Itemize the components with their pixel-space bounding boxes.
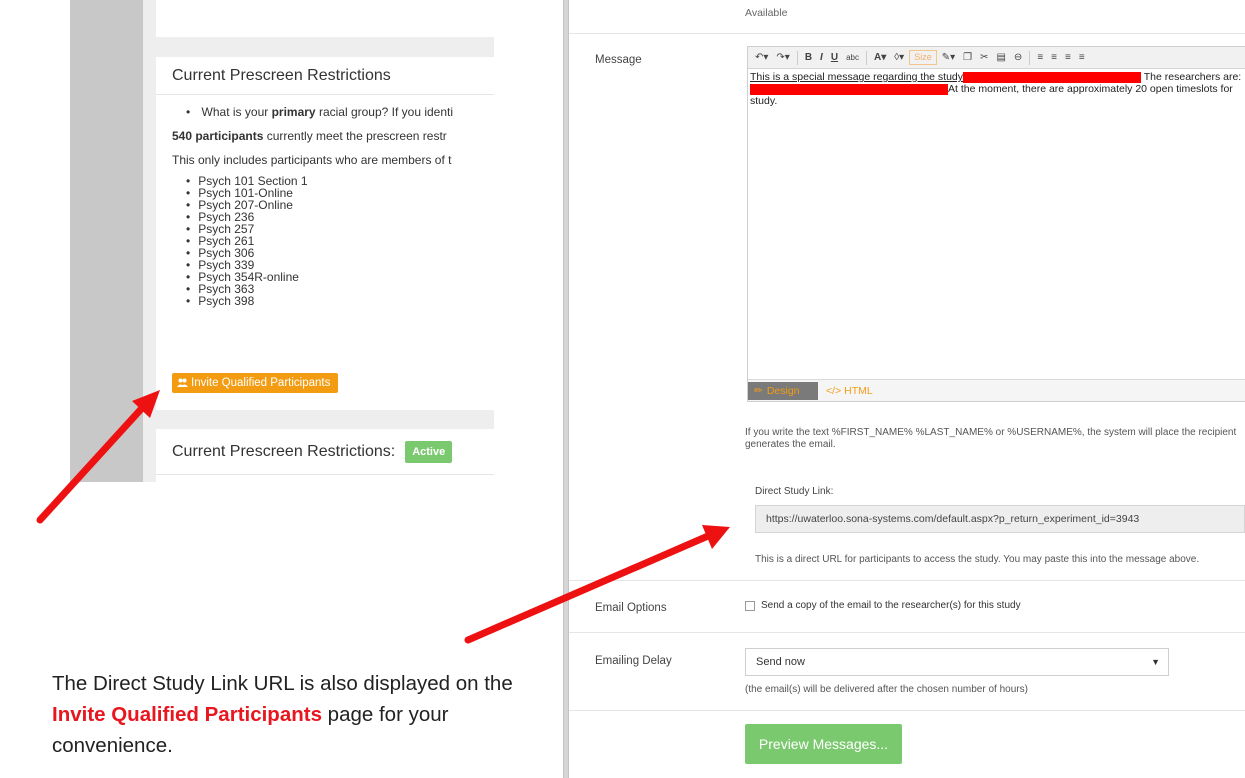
direct-study-link-help: This is a direct URL for participants to… — [755, 554, 1200, 565]
list-item: Psych 398 — [186, 295, 480, 307]
brush-icon[interactable]: ✎▾ — [939, 52, 958, 63]
row-divider — [569, 33, 1245, 34]
cut-icon[interactable]: ✂ — [977, 52, 991, 63]
code-icon: </> — [826, 385, 842, 397]
bold-icon[interactable]: B — [802, 52, 815, 63]
prescreen-question: What is your primary racial group? If yo… — [186, 105, 480, 119]
caption-text: The Direct Study Link URL is also displa… — [52, 672, 513, 757]
underline-icon[interactable]: U — [828, 52, 841, 63]
email-options-label: Email Options — [595, 602, 667, 614]
left-gray-sidebar — [70, 0, 143, 482]
link-icon[interactable]: ⊖ — [1011, 52, 1025, 63]
row-divider — [569, 580, 1245, 581]
top-card — [156, 0, 494, 37]
pencil-icon: ✏ — [754, 385, 763, 397]
emailing-delay-help: (the email(s) will be delivered after th… — [745, 684, 1028, 695]
email-form-panel: Available Message ↶▾ ↷▾ B I U abc A▾ ◊▾ … — [569, 0, 1245, 778]
highlight-icon[interactable]: ◊▾ — [891, 52, 907, 63]
available-text: Available — [745, 7, 788, 19]
prescreen-panel: Current Prescreen Restrictions What is y… — [143, 0, 494, 482]
status-badge: Active — [405, 440, 453, 463]
message-label: Message — [595, 54, 642, 66]
emailing-delay-select[interactable]: Send now ▼ — [745, 648, 1169, 676]
design-tab[interactable]: ✏ Design — [748, 382, 818, 400]
align-left-icon[interactable]: ≡ — [1034, 52, 1046, 63]
personalization-note: If you write the text %FIRST_NAME% %LAST… — [745, 427, 1237, 450]
undo-icon[interactable]: ↶▾ — [752, 52, 771, 63]
align-center-icon[interactable]: ≡ — [1048, 52, 1060, 63]
members-note: This only includes participants who are … — [172, 153, 452, 167]
font-color-icon[interactable]: A▾ — [871, 52, 889, 63]
participant-count: 540 participants currently meet the pres… — [172, 129, 447, 143]
prescreen-status-card: Current Prescreen Restrictions: Active — [156, 429, 494, 482]
direct-study-link-field[interactable]: https://uwaterloo.sona-systems.com/defau… — [755, 505, 1245, 533]
html-tab[interactable]: </> HTML — [826, 382, 873, 400]
chevron-down-icon: ▼ — [1151, 657, 1160, 667]
prescreen-restrictions-card: Current Prescreen Restrictions What is y… — [156, 57, 494, 410]
message-editor: ↶▾ ↷▾ B I U abc A▾ ◊▾ Size ✎▾ ❐ ✂ ▤ ⊖ ≡ … — [747, 46, 1245, 402]
strikethrough-icon[interactable]: abc — [843, 53, 862, 62]
card-title: Current Prescreen Restrictions — [156, 57, 494, 95]
row-divider — [569, 710, 1245, 711]
editor-mode-bar: ✏ Design </> HTML — [748, 379, 1245, 401]
email-copy-checkbox[interactable] — [745, 600, 755, 611]
justify-icon[interactable]: ≡ — [1076, 52, 1088, 63]
redo-icon[interactable]: ↷▾ — [773, 52, 792, 63]
redaction — [963, 71, 1142, 83]
email-copy-option[interactable]: Send a copy of the email to the research… — [745, 600, 1021, 611]
card-title: Current Prescreen Restrictions: — [172, 442, 396, 460]
direct-study-link-label: Direct Study Link: — [755, 486, 834, 497]
redaction — [750, 83, 948, 95]
emailing-delay-label: Emailing Delay — [595, 655, 672, 667]
message-body[interactable]: This is a special message regarding the … — [748, 69, 1242, 381]
paste-icon[interactable]: ▤ — [993, 52, 1008, 63]
copy-icon[interactable]: ❐ — [960, 52, 975, 63]
italic-icon[interactable]: I — [817, 52, 826, 63]
course-list: Psych 101 Section 1 Psych 101-Online Psy… — [186, 175, 480, 307]
row-divider — [569, 632, 1245, 633]
preview-messages-button[interactable]: Preview Messages... — [745, 724, 902, 764]
align-right-icon[interactable]: ≡ — [1062, 52, 1074, 63]
invite-qualified-participants-button[interactable]: Invite Qualified Participants — [172, 373, 339, 393]
users-icon — [177, 378, 188, 387]
editor-toolbar: ↶▾ ↷▾ B I U abc A▾ ◊▾ Size ✎▾ ❐ ✂ ▤ ⊖ ≡ … — [748, 47, 1245, 69]
font-size-dropdown[interactable]: Size — [909, 50, 937, 65]
